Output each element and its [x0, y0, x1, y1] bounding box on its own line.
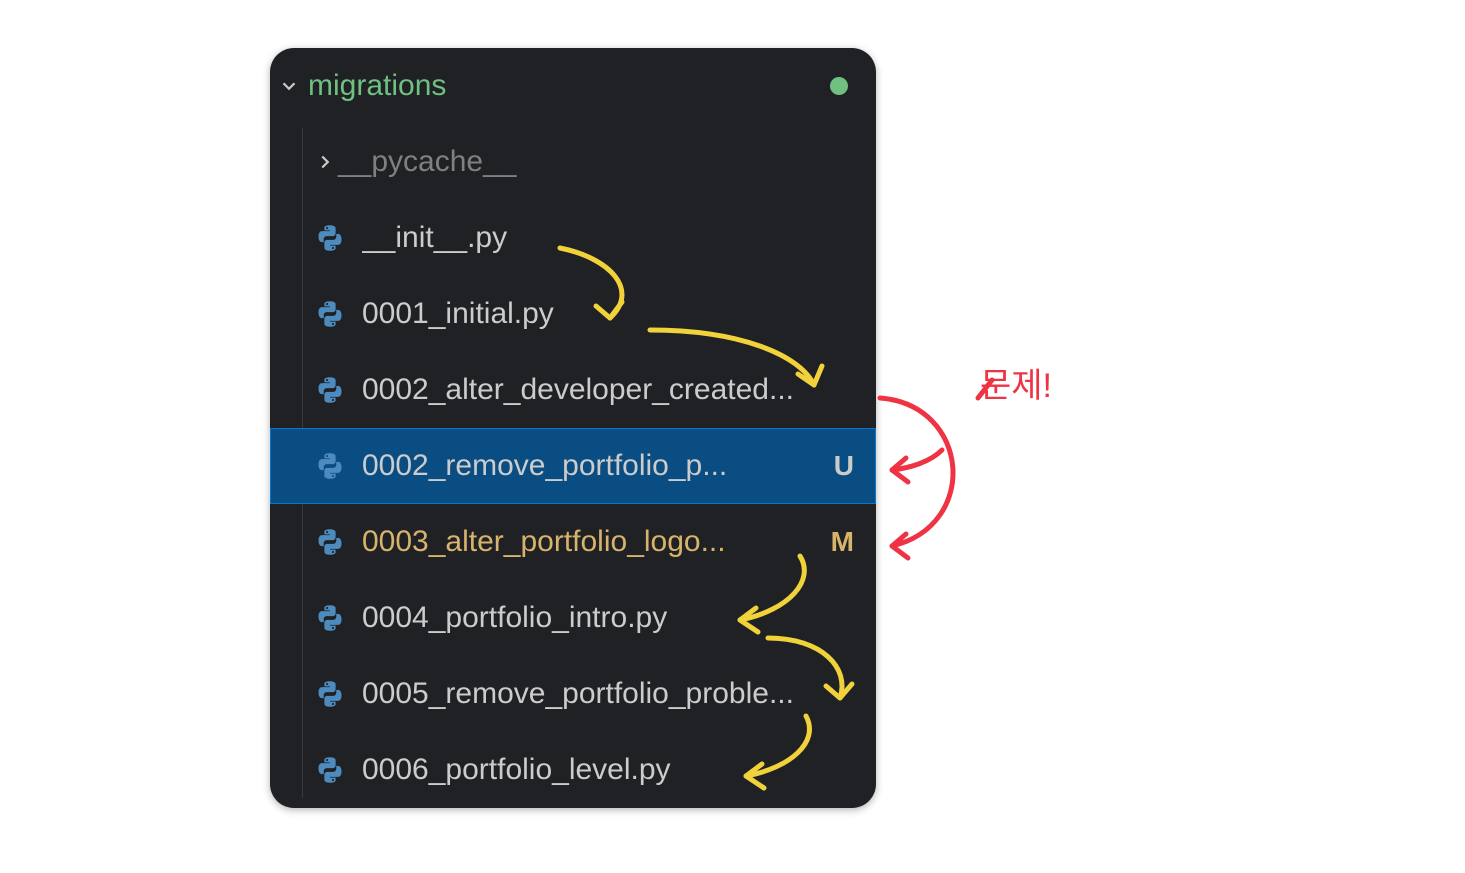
file-label: 0002_remove_portfolio_p... — [362, 449, 876, 483]
folder-pycache[interactable]: __pycache__ — [270, 124, 876, 200]
git-status-dot-icon — [830, 77, 848, 95]
file-item[interactable]: 0001_initial.py — [270, 276, 876, 352]
python-file-icon — [312, 600, 348, 636]
file-item[interactable]: 0006_portfolio_level.py — [270, 732, 876, 808]
file-label: __init__.py — [362, 221, 876, 255]
file-label: 0004_portfolio_intro.py — [362, 601, 876, 635]
python-file-icon — [312, 220, 348, 256]
folder-migrations[interactable]: migrations — [270, 48, 876, 124]
python-file-icon — [312, 372, 348, 408]
chevron-right-icon — [312, 151, 338, 173]
file-label: 0002_alter_developer_created... — [362, 373, 876, 407]
subfolder-label: __pycache__ — [338, 145, 516, 179]
file-item[interactable]: 0002_remove_portfolio_p...U — [270, 428, 876, 504]
python-file-icon — [312, 448, 348, 484]
file-label: 0001_initial.py — [362, 297, 876, 331]
python-file-icon — [312, 752, 348, 788]
annotation-label: 문제! — [980, 358, 1052, 407]
file-label: 0003_alter_portfolio_logo... — [362, 525, 876, 559]
python-file-icon — [312, 524, 348, 560]
file-item[interactable]: 0002_alter_developer_created... — [270, 352, 876, 428]
folder-label: migrations — [308, 69, 446, 103]
git-status-badge: U — [834, 450, 854, 482]
git-status-badge: M — [831, 526, 854, 558]
chevron-down-icon — [270, 75, 308, 97]
file-item[interactable]: 0005_remove_portfolio_proble... — [270, 656, 876, 732]
python-file-icon — [312, 676, 348, 712]
python-file-icon — [312, 296, 348, 332]
file-label: 0006_portfolio_level.py — [362, 753, 876, 787]
file-item[interactable]: 0004_portfolio_intro.py — [270, 580, 876, 656]
file-label: 0005_remove_portfolio_proble... — [362, 677, 876, 711]
file-tree-panel: migrations __pycache__ __init__.py 0001_i… — [270, 48, 876, 808]
file-item[interactable]: 0003_alter_portfolio_logo...M — [270, 504, 876, 580]
file-item[interactable]: __init__.py — [270, 200, 876, 276]
